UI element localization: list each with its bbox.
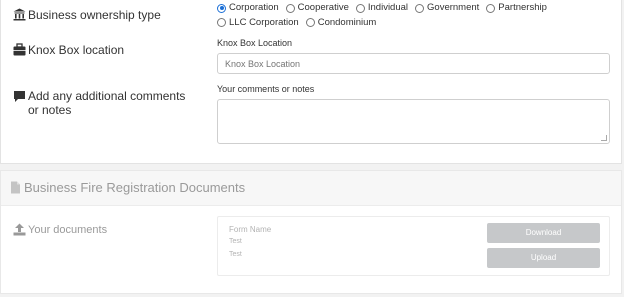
comments-label: Add any additional comments or notes (13, 89, 193, 117)
ownership-option[interactable]: LLC Corporation (217, 17, 299, 29)
ownership-type-radio-group: Corporation Cooperative Individual Governme… (217, 2, 617, 31)
your-documents-label: Your documents (13, 223, 107, 237)
your-documents-text: Your documents (28, 224, 108, 236)
ownership-option[interactable]: Partnership (486, 2, 547, 14)
comment-icon (14, 91, 25, 102)
ownership-type-text: Business ownership type (28, 8, 161, 22)
upload-button[interactable]: Upload (487, 248, 600, 268)
comments-field-label: Your comments or notes (217, 84, 315, 94)
radio-button[interactable] (217, 18, 226, 27)
documents-section-header: Business Fire Registration Documents (1, 171, 621, 206)
documents-section-title-text: Business Fire Registration Documents (24, 180, 246, 195)
comments-text: Add any additional comments or notes (28, 89, 186, 117)
radio-label: Partnership (498, 2, 547, 13)
business-info-card: Business ownership type Corporation Coope… (0, 0, 622, 164)
radio-label: Government (427, 2, 480, 13)
radio-button[interactable] (305, 18, 315, 27)
documents-table: Form Name Test Test Download Upload (217, 216, 610, 276)
knox-box-text: Knox Box location (28, 43, 125, 57)
radio-button[interactable] (415, 3, 425, 13)
knox-box-field-label: Knox Box Location (217, 38, 293, 48)
radio-label: Condominium (317, 16, 377, 28)
download-button[interactable]: Download (487, 223, 600, 243)
ownership-option[interactable]: Corporation (217, 2, 279, 14)
documents-card: Business Fire Registration Documents You… (0, 170, 622, 294)
bank-icon (13, 8, 26, 21)
file-icon (11, 181, 20, 194)
comments-textarea[interactable] (217, 99, 610, 144)
radio-button[interactable] (355, 3, 365, 13)
column-header-form-name: Form Name (229, 225, 272, 234)
radio-label: LLC Corporation (229, 16, 299, 28)
upload-icon (13, 223, 26, 236)
ownership-option[interactable]: Individual (355, 2, 409, 14)
ownership-option[interactable]: Condominium (305, 16, 377, 29)
radio-button[interactable] (486, 3, 496, 13)
resize-grip[interactable] (601, 135, 607, 141)
ownership-type-label: Business ownership type (13, 8, 161, 22)
radio-button[interactable] (217, 3, 226, 13)
knox-box-input[interactable] (217, 53, 610, 74)
briefcase-icon (13, 43, 26, 56)
table-row: Test (229, 251, 242, 258)
radio-label: Corporation (229, 2, 279, 13)
radio-button[interactable] (285, 3, 295, 13)
documents-section-title: Business Fire Registration Documents (9, 181, 245, 195)
ownership-option[interactable]: Cooperative (285, 2, 349, 14)
radio-label: Cooperative (297, 2, 349, 13)
ownership-option[interactable]: Government (415, 2, 479, 14)
knox-box-label: Knox Box location (13, 43, 124, 57)
table-row: Test (229, 238, 242, 245)
radio-label: Individual (367, 2, 409, 13)
